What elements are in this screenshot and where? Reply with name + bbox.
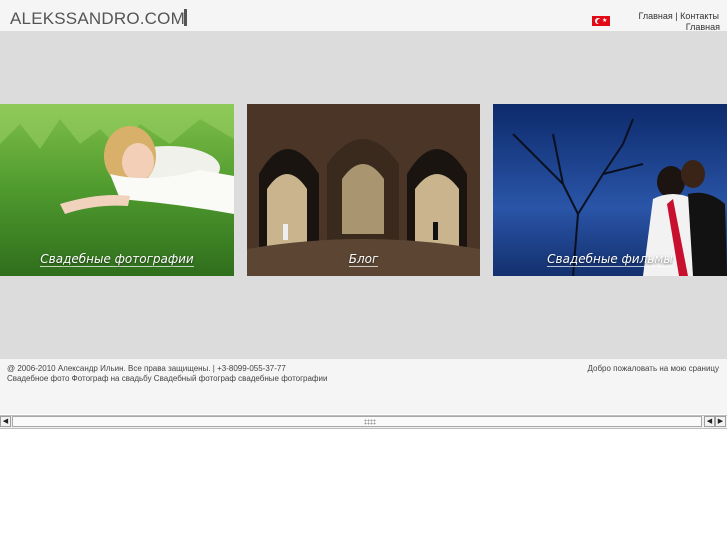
turkey-flag-icon[interactable]: ★ [592, 16, 610, 26]
gallery-stage: Свадебные фотографии Блог Свадебные филь… [0, 31, 727, 359]
scrollbar-grip-icon [364, 419, 376, 425]
copyright-text: @ 2006-2010 Александр Ильин. Все права з… [7, 364, 286, 373]
scroll-right-arrow-icon[interactable]: ▶ [715, 416, 726, 427]
flag-star-icon: ★ [602, 18, 608, 24]
tile-label-wedding-photos[interactable]: Свадебные фотографии [0, 252, 234, 267]
tile-blog[interactable]: Блог [247, 104, 480, 276]
seo-keywords-text: Свадебное фото Фотограф на свадьбу Сваде… [7, 374, 328, 383]
nav-link-home[interactable]: Главная [638, 11, 672, 21]
nav-separator: | [675, 11, 678, 21]
scrollbar-thumb[interactable] [12, 416, 702, 427]
tile-label-wedding-films[interactable]: Свадебные фильмы [493, 252, 727, 267]
tile-label-text[interactable]: Блог [348, 252, 379, 267]
welcome-text: Добро пожаловать на мою сраницу [587, 364, 719, 373]
site-header: ALEKSSANDRO.COM ★ Главная | Контакты Гла… [0, 0, 727, 32]
tile-image-bride-grass [0, 104, 234, 276]
tile-wedding-films[interactable]: Свадебные фильмы [493, 104, 727, 276]
logo-divider [184, 9, 187, 26]
tile-label-blog[interactable]: Блог [247, 252, 480, 267]
tile-image-night-couple [493, 104, 727, 276]
horizontal-scrollbar[interactable]: ◀ ◀ ▶ [0, 415, 727, 429]
tile-image-stone-arches [247, 104, 480, 276]
nav-link-contacts[interactable]: Контакты [680, 11, 719, 21]
tile-wedding-photos[interactable]: Свадебные фотографии [0, 104, 234, 276]
site-logo[interactable]: ALEKSSANDRO.COM [10, 9, 185, 29]
site-footer: @ 2006-2010 Александр Ильин. Все права з… [0, 359, 727, 414]
tile-label-text[interactable]: Свадебные фотографии [40, 252, 194, 267]
top-navigation: Главная | Контакты [638, 11, 719, 21]
scroll-left-arrow-icon[interactable]: ◀ [0, 416, 11, 427]
tile-label-text[interactable]: Свадебные фильмы [547, 252, 673, 267]
scroll-left-arrow-icon-2[interactable]: ◀ [704, 416, 715, 427]
